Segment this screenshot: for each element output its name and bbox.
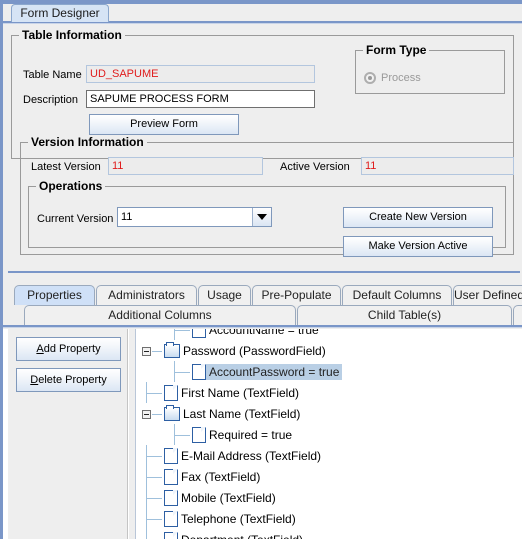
version-information-title: Version Information [28,135,147,149]
table-information-title: Table Information [19,28,125,42]
add-property-label: dd Property [43,342,101,355]
tree-connector-horizontal [146,477,162,478]
tree-item[interactable]: Department (TextField) [136,529,522,539]
document-icon [164,489,178,506]
tree-connector-horizontal [146,456,162,457]
tree-connector-horizontal [146,498,162,499]
active-version-field: 11 [361,157,514,175]
tree-connector-horizontal [146,519,162,520]
tree-item[interactable]: E-Mail Address (TextField) [136,445,522,466]
delete-property-label: elete Property [38,373,107,386]
tree-connector-horizontal [146,393,162,394]
tree-item[interactable]: Last Name (TextField) [136,403,522,424]
tree-connector-horizontal [174,372,190,373]
current-version-combobox-arrow[interactable] [253,208,271,226]
tab-form-designer[interactable]: Form Designer [11,4,109,22]
tab-usage[interactable]: Usage [198,285,251,305]
tree-item-label: Mobile (TextField) [181,490,276,505]
main-tab-underline-light [3,23,522,24]
tree-item-label: E-Mail Address (TextField) [181,448,322,463]
tab-additional-columns[interactable]: Additional Columns [24,305,296,325]
radio-selected-icon [364,72,376,84]
latest-version-label: Latest Version [31,161,101,173]
property-actions-panel: Add Property Delete Property [8,329,128,539]
add-property-mnemonic: A [36,342,44,355]
properties-tree[interactable]: AccountName = true Password (PasswordFiel… [135,329,522,539]
tree-collapse-toggle-icon[interactable] [142,347,151,356]
tree-item-label: Password (PasswordField) [183,343,326,358]
tab-administrators[interactable]: Administrators [96,285,197,305]
tree-item[interactable]: Telephone (TextField) [136,508,522,529]
folder-icon [164,404,180,421]
table-name-field: UD_SAPUME [86,65,315,83]
tree-item-label: Last Name (TextField) [183,406,301,421]
table-name-label: Table Name [23,69,82,81]
tree-connector-horizontal [174,435,190,436]
tab-user-defined-fields[interactable]: User Defined Fields [453,285,522,305]
create-new-version-button[interactable]: Create New Version [343,207,493,228]
tree-item[interactable]: Password (PasswordField) [136,340,522,361]
tree-item[interactable]: AccountName = true [136,329,522,340]
preview-form-button[interactable]: Preview Form [89,114,239,135]
properties-tab-pane: Properties Administrators Usage Pre-Popu… [3,285,522,539]
document-icon [192,329,206,338]
properties-split-pane: Add Property Delete Property AccountName… [3,329,522,539]
tree-item[interactable]: AccountPassword = true [136,361,522,382]
current-version-combobox-value: 11 [118,208,253,226]
tab-pre-populate[interactable]: Pre-Populate [252,285,341,305]
document-icon [164,468,178,485]
tree-item-label: Fax (TextField) [181,469,261,484]
tree-connector-horizontal [152,414,162,415]
form-type-title: Form Type [363,43,430,57]
tab-child-tables[interactable]: Child Table(s) [297,305,512,325]
document-icon [192,426,206,443]
document-icon [164,510,178,527]
tab-properties[interactable]: Properties [14,285,95,305]
tree-item[interactable]: First Name (TextField) [136,382,522,403]
tree-item-label: AccountName = true [209,329,319,337]
document-icon [164,384,178,401]
tab-row-primary: Properties Administrators Usage Pre-Popu… [3,285,522,305]
tree-item[interactable]: Required = true [136,424,522,445]
operations-title: Operations [36,179,106,193]
tree-connector-horizontal [152,351,162,352]
tree-collapse-toggle-icon[interactable] [142,410,151,419]
tree-item[interactable]: Fax (TextField) [136,466,522,487]
delete-property-button[interactable]: Delete Property [16,368,121,392]
tree-item-label: Department (TextField) [178,532,306,539]
description-label: Description [23,94,79,106]
folder-icon [164,341,180,358]
tab-pane-underline-light [3,327,522,328]
add-property-button[interactable]: Add Property [16,337,121,361]
document-icon [164,447,178,464]
tree-connector-vertical [146,529,147,539]
chevron-down-icon [257,214,267,220]
tree-item-label: Telephone (TextField) [181,511,296,526]
tab-default-columns[interactable]: Default Columns [342,285,452,305]
content-separator [8,271,520,273]
description-field[interactable]: SAPUME PROCESS FORM [86,90,315,108]
active-version-label: Active Version [280,161,350,173]
tree-item-label: AccountPassword = true [206,363,343,380]
form-type-process-label: Process [381,72,421,84]
form-designer-window: Form Designer Table Information Table Na… [0,0,522,539]
tree-item-label: First Name (TextField) [181,385,300,400]
tab-overflow[interactable] [513,305,522,325]
tree-connector-horizontal [174,330,190,331]
current-version-combobox[interactable]: 11 [117,207,272,227]
tree-item-label: Required = true [209,427,293,442]
form-type-process-option[interactable]: Process [364,72,421,84]
document-icon [192,363,206,380]
make-version-active-button[interactable]: Make Version Active [343,236,493,257]
tree-item[interactable]: Mobile (TextField) [136,487,522,508]
tab-row-secondary: Additional Columns Child Table(s) [3,305,522,325]
document-icon [164,531,178,539]
current-version-label: Current Version [37,213,114,225]
tree-host: AccountName = true Password (PasswordFiel… [136,329,522,539]
latest-version-field: 11 [108,157,263,175]
